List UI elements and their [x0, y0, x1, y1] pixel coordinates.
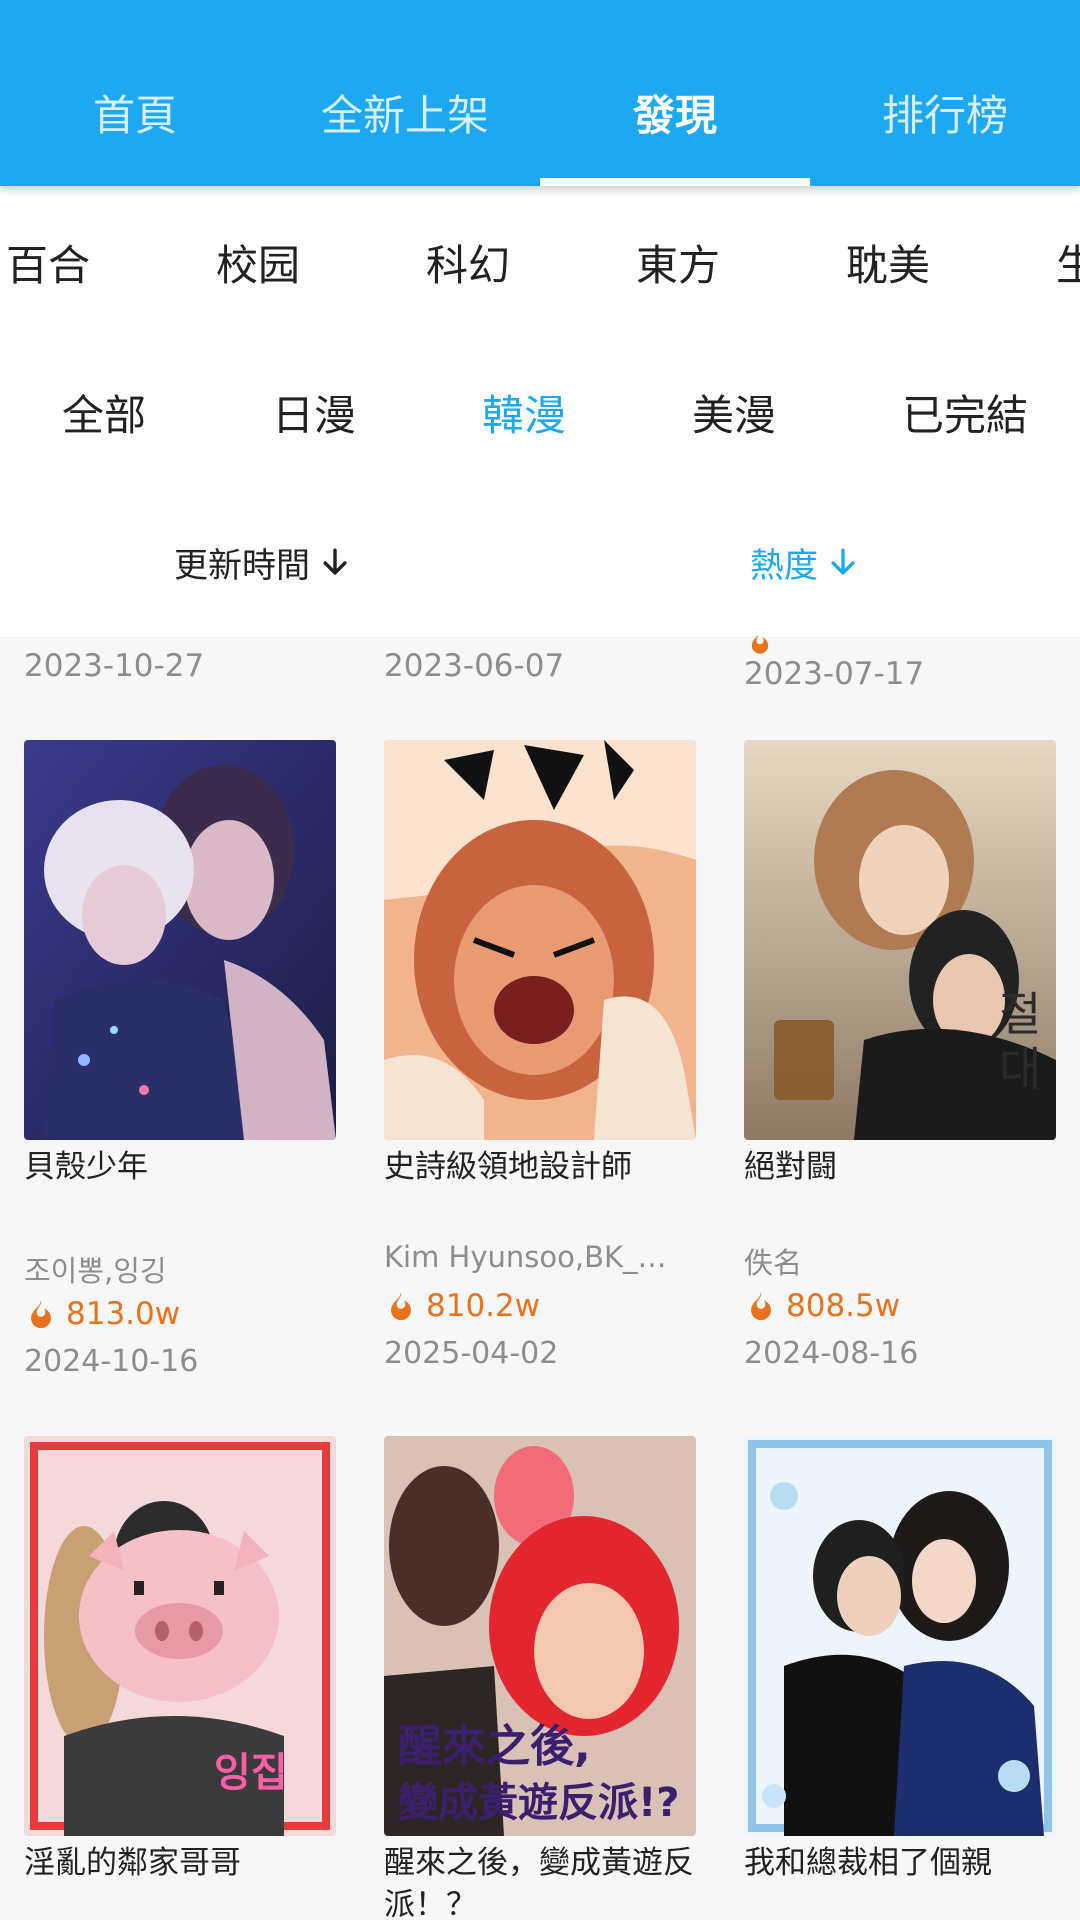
comic-title: 淫亂的鄰家哥哥	[24, 1845, 241, 1881]
top-nav-bar: 首頁 全新上架 發現 排行榜	[0, 0, 1080, 186]
comic-cover[interactable]: 잉집	[24, 1436, 336, 1836]
genre-campus[interactable]: 校园	[216, 232, 300, 293]
comic-author: 佚名	[744, 1246, 803, 1280]
svg-text:대: 대	[999, 1042, 1041, 1096]
comic-title: 貝殼少年	[24, 1149, 148, 1185]
filter-panel: 百合 校园 科幻 東方 耽美 生 全部 日漫 韓漫 美漫 已完結 更新時間 熱度	[0, 186, 1080, 636]
flame-icon	[751, 636, 769, 654]
region-completed[interactable]: 已完結	[902, 382, 1028, 443]
comic-card[interactable]: 잉집 淫亂的鄰家哥哥	[24, 1436, 336, 1884]
svg-text:醒來之後,: 醒來之後,	[398, 1721, 591, 1772]
genre-bl[interactable]: 耽美	[846, 232, 930, 293]
previous-row-date: 2023-10-27	[24, 648, 205, 684]
comic-card[interactable]: 我和總裁相了個親	[744, 1436, 1056, 1884]
active-tab-indicator	[540, 178, 810, 186]
previous-row-date: 2023-07-17	[744, 656, 925, 692]
comic-card[interactable]: 貝殼少年 조이뽕,잉깅 813.0w 2024-10-16	[24, 740, 336, 1379]
comic-card[interactable]: 史詩級領地設計師 Kim Hyunsoo,BK_… 810.2w 2025-04…	[384, 740, 696, 1371]
comic-heat: 808.5w	[744, 1288, 900, 1324]
comic-cover[interactable]	[24, 740, 336, 1140]
comic-heat-value: 810.2w	[426, 1288, 541, 1324]
comic-card[interactable]: 절 대 絕對闘 佚名 808.5w 2024-08-16	[744, 740, 1056, 1371]
comic-heat: 810.2w	[384, 1288, 540, 1324]
comic-author: Kim Hyunsoo,BK_…	[384, 1240, 667, 1274]
comic-title: 史詩級領地設計師	[384, 1149, 632, 1185]
comic-date: 2024-08-16	[744, 1336, 919, 1371]
comic-title: 我和總裁相了個親	[744, 1845, 992, 1881]
comic-grid: 2023-10-27 2023-06-07 2023-07-17 貝殼少年 조이…	[0, 636, 1080, 1920]
comic-cover[interactable]: 절 대	[744, 740, 1056, 1140]
svg-text:절: 절	[999, 987, 1041, 1041]
genre-partial[interactable]: 生	[1056, 232, 1080, 293]
sort-update-time[interactable]: 更新時間	[174, 538, 352, 587]
region-japanese[interactable]: 日漫	[272, 382, 356, 443]
svg-text:잉집: 잉집	[214, 1750, 288, 1796]
comic-card[interactable]: 醒來之後, 變成黃遊反派!? 醒來之後，變成黃遊反派！？	[384, 1436, 696, 1920]
genre-eastern[interactable]: 東方	[636, 232, 720, 293]
comic-heat-value: 808.5w	[786, 1288, 901, 1324]
region-korean[interactable]: 韓漫	[482, 382, 566, 443]
comic-title: 醒來之後，變成黃遊反派！？	[384, 1845, 694, 1920]
comic-title: 絕對闘	[744, 1149, 837, 1185]
tab-rankings[interactable]: 排行榜	[810, 82, 1080, 142]
tab-new-arrivals[interactable]: 全新上架	[270, 82, 540, 142]
sort-popularity-label: 熱度	[750, 546, 818, 586]
genre-scifi[interactable]: 科幻	[426, 232, 510, 293]
sort-update-time-label: 更新時間	[174, 546, 310, 586]
comic-heat-value: 813.0w	[66, 1296, 181, 1332]
comic-cover[interactable]: 醒來之後, 變成黃遊反派!?	[384, 1436, 696, 1836]
comic-cover[interactable]	[384, 740, 696, 1140]
comic-date: 2025-04-02	[384, 1336, 559, 1371]
comic-cover[interactable]	[744, 1436, 1056, 1836]
svg-text:變成黃遊反派!?: 變成黃遊反派!?	[398, 1780, 679, 1826]
flame-icon	[391, 1291, 411, 1321]
arrow-down-icon	[831, 548, 855, 575]
tab-home[interactable]: 首頁	[0, 82, 270, 142]
region-american[interactable]: 美漫	[692, 382, 776, 443]
comic-date: 2024-10-16	[24, 1344, 199, 1379]
comic-author: 조이뽕,잉깅	[24, 1254, 167, 1288]
region-all[interactable]: 全部	[62, 382, 146, 443]
genre-yuri[interactable]: 百合	[6, 232, 90, 293]
flame-icon	[751, 1291, 771, 1321]
flame-icon	[31, 1299, 51, 1329]
tab-discover[interactable]: 發現	[540, 82, 810, 142]
comic-heat: 813.0w	[24, 1296, 180, 1332]
sort-popularity[interactable]: 熱度	[750, 538, 860, 587]
arrow-down-icon	[323, 548, 347, 575]
previous-row-date: 2023-06-07	[384, 648, 565, 684]
